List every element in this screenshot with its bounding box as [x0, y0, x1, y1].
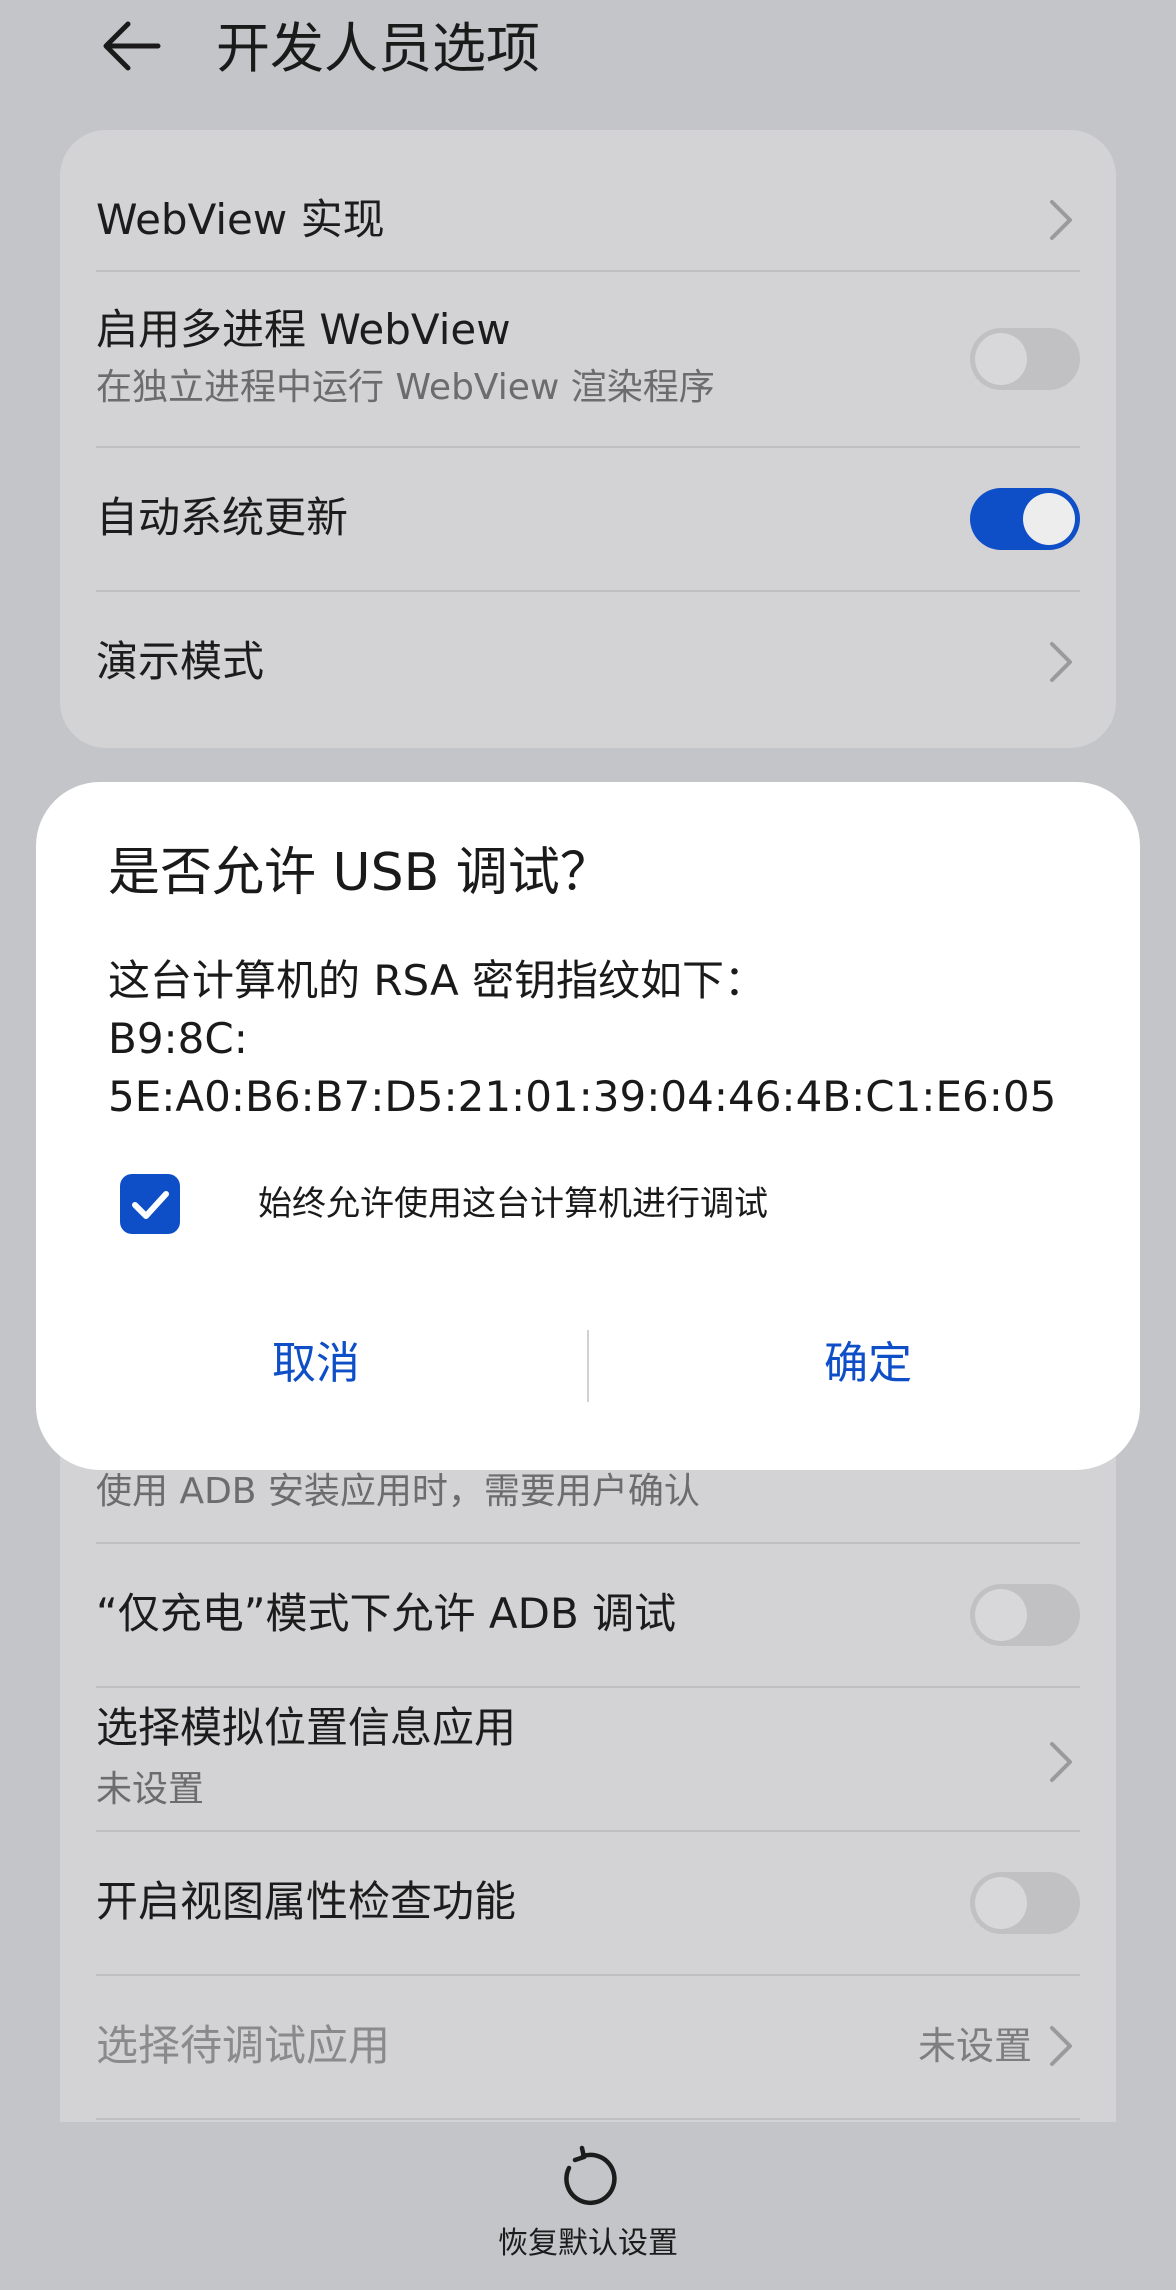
setting-row-debug-app[interactable]: 选择待调试应用 未设置 [96, 1976, 1080, 2118]
setting-title: 自动系统更新 [96, 493, 349, 542]
chevron-right-icon [1040, 1734, 1080, 1790]
multiprocess-webview-toggle[interactable] [970, 328, 1080, 390]
button-divider [587, 1330, 589, 1402]
auto-system-update-toggle[interactable] [970, 488, 1080, 550]
rsa-fingerprint-line: 5E:A0:B6:B7:D5:21:01:39:04:46:4B:C1:E6:0… [108, 1072, 1057, 1121]
rsa-fingerprint-line: B9:8C: [108, 1014, 248, 1063]
setting-row-webview-impl[interactable]: WebView 实现 [96, 170, 1080, 270]
setting-title: 开启视图属性检查功能 [96, 1877, 517, 1926]
setting-title: 演示模式 [96, 637, 265, 686]
usb-debug-dialog: 是否允许 USB 调试？ 这台计算机的 RSA 密钥指纹如下： B9:8C: 5… [36, 782, 1140, 1470]
header: 开发人员选项 [0, 0, 1176, 100]
always-allow-row[interactable]: 始终允许使用这台计算机进行调试 [120, 1172, 1020, 1236]
toggle-knob [975, 333, 1027, 385]
setting-title: 选择模拟位置信息应用 [96, 1703, 517, 1752]
page-title: 开发人员选项 [216, 17, 540, 80]
setting-value: 未设置 [917, 2024, 1032, 2068]
refresh-icon [553, 2144, 623, 2214]
dialog-title: 是否允许 USB 调试？ [108, 843, 612, 903]
setting-row-auto-system-update[interactable]: 自动系统更新 [96, 448, 1080, 590]
chevron-right-icon [1040, 634, 1080, 690]
setting-row-view-attribute-inspection[interactable]: 开启视图属性检查功能 [96, 1832, 1080, 1974]
reset-defaults-button[interactable]: 恢复默认设置 [488, 2140, 688, 2270]
setting-title: 启用多进程 WebView [96, 305, 511, 354]
setting-title: 选择待调试应用 [96, 2021, 391, 2070]
view-attribute-inspection-toggle[interactable] [970, 1872, 1080, 1934]
checkmark-icon [132, 1191, 169, 1219]
toggle-knob [975, 1877, 1027, 1929]
chevron-right-icon [1040, 2018, 1080, 2074]
toggle-knob [1023, 493, 1075, 545]
setting-row-demo-mode[interactable]: 演示模式 [96, 592, 1080, 738]
always-allow-checkbox[interactable] [120, 1174, 180, 1234]
setting-row-charge-only-adb[interactable]: “仅充电”模式下允许 ADB 调试 [96, 1544, 1080, 1686]
setting-subtitle: 使用 ADB 安装应用时，需要用户确认 [96, 1471, 700, 1512]
reset-defaults-label: 恢复默认设置 [498, 2226, 678, 2261]
cancel-button[interactable]: 取消 [126, 1322, 506, 1406]
setting-title: “仅充电”模式下允许 ADB 调试 [96, 1589, 677, 1638]
confirm-button[interactable]: 确定 [678, 1322, 1058, 1406]
divider [96, 2118, 1080, 2120]
setting-title: WebView 实现 [96, 195, 385, 244]
dialog-message-line: 这台计算机的 RSA 密钥指纹如下： [108, 956, 767, 1005]
always-allow-label: 始终允许使用这台计算机进行调试 [258, 1184, 768, 1224]
setting-row-mock-location-app[interactable]: 选择模拟位置信息应用 未设置 [96, 1688, 1080, 1830]
toggle-knob [975, 1589, 1027, 1641]
back-button[interactable] [96, 16, 166, 76]
chevron-right-icon [1040, 192, 1080, 248]
setting-row-multiprocess-webview[interactable]: 启用多进程 WebView 在独立进程中运行 WebView 渲染程序 [96, 272, 1080, 446]
setting-subtitle: 未设置 [96, 1769, 205, 1810]
setting-subtitle: 在独立进程中运行 WebView 渲染程序 [96, 367, 715, 408]
dialog-message: 这台计算机的 RSA 密钥指纹如下： B9:8C: 5E:A0:B6:B7:D5… [108, 952, 1056, 1126]
charge-only-adb-toggle[interactable] [970, 1584, 1080, 1646]
arrow-left-icon [103, 21, 161, 71]
settings-card-top: WebView 实现 启用多进程 WebView 在独立进程中运行 WebVie… [60, 130, 1116, 748]
settings-card-bottom: 使用 ADB 安装应用时，需要用户确认 “仅充电”模式下允许 ADB 调试 选择… [60, 1372, 1116, 2122]
